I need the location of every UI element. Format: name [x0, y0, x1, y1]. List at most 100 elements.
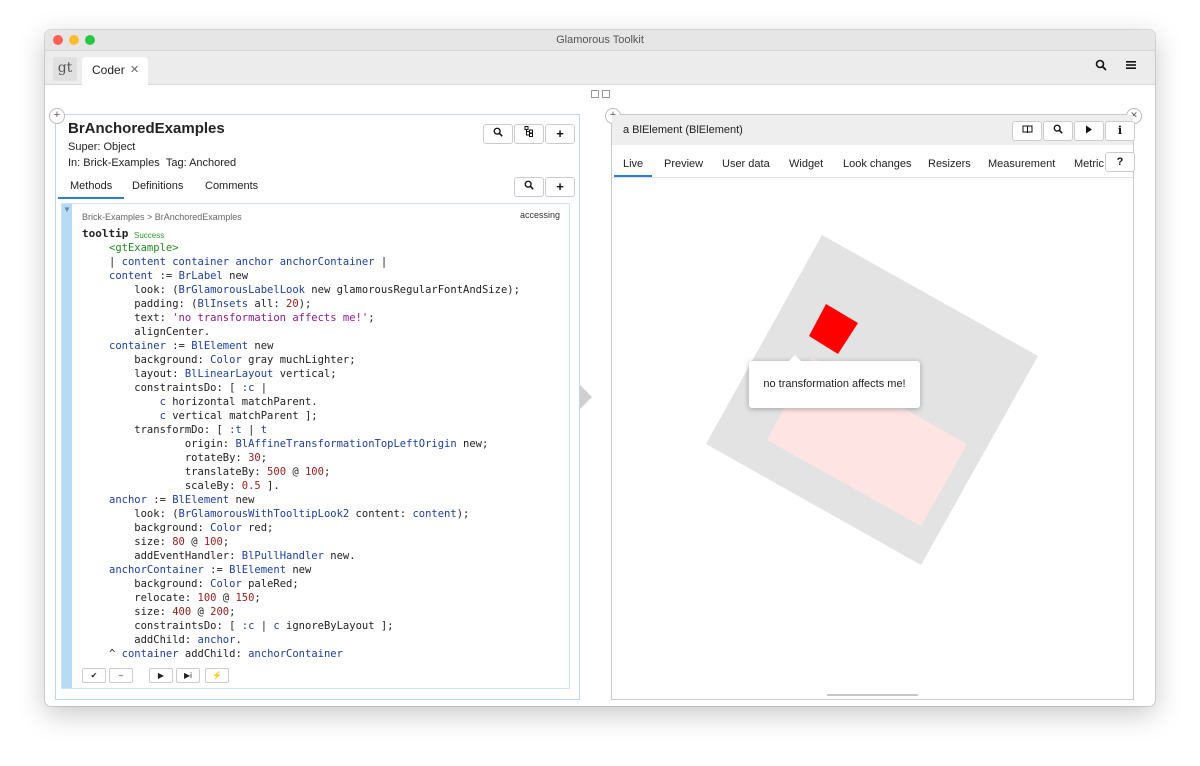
add-method-button[interactable]: + — [545, 177, 575, 197]
tab-widget[interactable]: Widget — [789, 158, 823, 170]
add-pane-icon[interactable]: + — [49, 108, 65, 124]
collapse-bar[interactable]: ▼ — [62, 204, 72, 688]
code-token: BrGlamorousLabelLook — [178, 284, 305, 296]
code-token: BlElement — [191, 340, 249, 352]
hamburger-menu-icon[interactable] — [1121, 57, 1141, 77]
code-line[interactable]: size: 400 @ 200; — [109, 605, 235, 619]
help-button[interactable]: ? — [1105, 152, 1135, 172]
code-token: size: — [109, 536, 173, 548]
search-class-button[interactable] — [483, 124, 513, 144]
code-line[interactable]: c horizontal matchParent. — [109, 395, 318, 409]
method-editor[interactable]: ▼ Brick-Examples > BrAnchoredExamples ac… — [61, 203, 570, 689]
tab-methods[interactable]: Methods — [70, 180, 112, 192]
code-token: new glamorousRegularFontAndSize); — [304, 284, 520, 296]
code-line[interactable]: ^ container addChild: anchorContainer — [109, 647, 343, 661]
tab-coder[interactable]: Coder ✕ — [82, 57, 148, 85]
code-token: :c — [241, 382, 255, 394]
code-token: BlLinearLayout — [184, 368, 274, 380]
zoom-window-icon[interactable] — [85, 35, 95, 45]
code-line[interactable]: <gtExample> — [109, 241, 179, 255]
code-token: container — [121, 648, 179, 660]
code-token: ; — [229, 606, 236, 618]
horizontal-scrollbar[interactable] — [827, 694, 918, 696]
code-token: background: — [109, 354, 211, 366]
code-token: container — [109, 340, 166, 352]
search-icon[interactable] — [1091, 57, 1111, 77]
code-line[interactable]: scaleBy: 0.5 ]. — [109, 479, 280, 493]
search-icon[interactable] — [1043, 121, 1073, 141]
code-token: new — [229, 494, 255, 506]
debug-button[interactable]: ⚡ — [205, 668, 229, 683]
code-line[interactable]: relocate: 100 @ 150; — [109, 591, 260, 605]
code-token: Color — [210, 522, 242, 534]
code-line[interactable]: background: Color paleRed; — [109, 577, 298, 591]
code-line[interactable]: translateBy: 500 @ 100; — [109, 465, 330, 479]
code-line[interactable]: look: (BrGlamorousLabelLook new glamorou… — [109, 283, 520, 297]
code-line[interactable]: c vertical matchParent ]; — [109, 409, 318, 423]
layout-toggle-icon[interactable] — [591, 90, 599, 98]
code-line[interactable]: anchorContainer := BlElement new — [109, 563, 311, 577]
tab-resizers[interactable]: Resizers — [928, 158, 971, 170]
code-line[interactable]: transformDo: [ :t | t — [109, 423, 267, 437]
expand-arrow-icon[interactable] — [580, 385, 592, 409]
inspector-title: a BlElement (BlElement) — [623, 124, 743, 136]
code-token: Color — [210, 578, 242, 590]
gt-logo[interactable]: gt — [53, 57, 77, 81]
accept-button[interactable]: ✔ — [82, 668, 106, 683]
code-line[interactable]: size: 80 @ 100; — [109, 535, 229, 549]
code-line[interactable]: background: Color red; — [109, 521, 273, 535]
code-line[interactable]: text: 'no transformation affects me!'; — [109, 311, 374, 325]
info-icon[interactable]: i — [1105, 121, 1135, 141]
code-line[interactable]: addChild: anchor. — [109, 633, 242, 647]
code-area[interactable]: <gtExample> | content container anchor an… — [109, 241, 549, 661]
book-icon[interactable] — [1012, 121, 1042, 141]
tab-definitions[interactable]: Definitions — [132, 180, 183, 192]
minimize-window-icon[interactable] — [69, 35, 79, 45]
code-line[interactable]: layout: BlLinearLayout vertical; — [109, 367, 336, 381]
code-token: text: — [109, 312, 173, 324]
package-label: In: Brick-Examples — [68, 157, 160, 169]
tab-metric[interactable]: Metric — [1074, 158, 1104, 170]
code-token: := — [203, 564, 230, 576]
code-line[interactable]: constraintsDo: [ :c | — [109, 381, 267, 395]
layout-toggle-icon[interactable] — [602, 90, 610, 98]
tab-measurement[interactable]: Measurement — [988, 158, 1055, 170]
code-line[interactable]: origin: BlAffineTransformationTopLeftOri… — [109, 437, 488, 451]
play-icon[interactable] — [1074, 121, 1104, 141]
collapse-triangle-icon[interactable]: ▼ — [63, 205, 71, 214]
tab-live[interactable]: Live — [623, 158, 643, 170]
code-token: :c — [241, 620, 255, 632]
tab-close-icon[interactable]: ✕ — [130, 57, 139, 83]
code-line[interactable]: padding: (BlInsets all: 20); — [109, 297, 311, 311]
tab-comments[interactable]: Comments — [205, 180, 258, 192]
hierarchy-button[interactable] — [514, 124, 544, 144]
code-line[interactable]: background: Color gray muchLighter; — [109, 353, 355, 367]
discard-button[interactable]: – — [109, 668, 133, 683]
code-line[interactable]: anchor := BlElement new — [109, 493, 254, 507]
code-line[interactable]: container := BlElement new — [109, 339, 273, 353]
search-methods-button[interactable] — [514, 177, 544, 197]
tab-user-data[interactable]: User data — [722, 158, 770, 170]
close-window-icon[interactable] — [53, 35, 63, 45]
code-token: 150 — [235, 592, 255, 604]
code-line[interactable]: content := BrLabel new — [109, 269, 248, 283]
breadcrumb[interactable]: Brick-Examples > BrAnchoredExamples — [82, 212, 242, 222]
code-line[interactable]: constraintsDo: [ :c | c ignoreByLayout ]… — [109, 619, 394, 633]
add-button[interactable]: + — [545, 124, 575, 144]
code-token: BlInsets — [197, 298, 249, 310]
code-line[interactable]: look: (BrGlamorousWithTooltipLook2 conte… — [109, 507, 469, 521]
window-title: Glamorous Toolkit — [556, 34, 644, 46]
code-line[interactable]: rotateBy: 30; — [109, 451, 267, 465]
code-line[interactable]: addEventHandler: BlPullHandler new. — [109, 549, 356, 563]
run-button[interactable]: ▶ — [149, 668, 173, 683]
run-inspect-button[interactable]: ▶i — [176, 668, 200, 683]
inspector-pane: + ✕ a BlElement (BlElement) i Live Previ… — [605, 108, 1142, 700]
tab-look-changes[interactable]: Look changes — [843, 158, 912, 170]
tab-preview[interactable]: Preview — [664, 158, 703, 170]
code-line[interactable]: | content container anchor anchorContain… — [109, 255, 387, 269]
active-tab-underline — [58, 197, 124, 199]
code-token: := — [165, 340, 192, 352]
code-line[interactable]: alignCenter. — [109, 325, 210, 339]
code-token: new. — [323, 550, 356, 562]
code-token: ignoreByLayout ]; — [279, 620, 394, 632]
